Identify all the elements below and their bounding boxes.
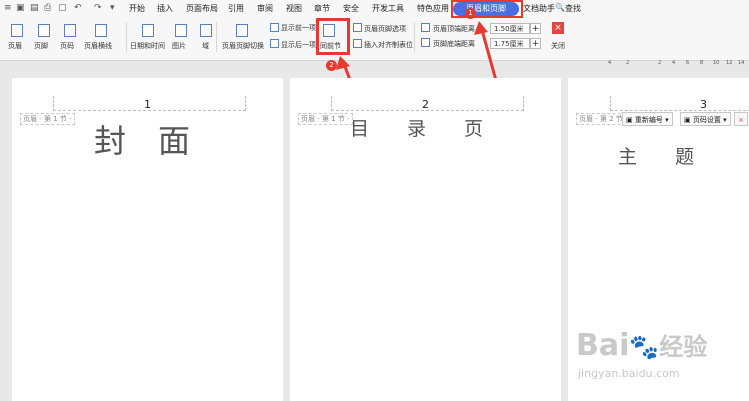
header-area[interactable] (610, 96, 749, 111)
page-number: 1 (144, 98, 151, 111)
document-page[interactable]: 1 页眉 - 第 1 节 - 封 面 (12, 78, 283, 401)
delete-header-button[interactable]: × (734, 112, 748, 126)
renumber-icon: ▣ (626, 116, 635, 124)
page-setup-icon: ▣ (684, 116, 693, 124)
header-section-label: 页眉 - 第 1 节 - (20, 113, 75, 125)
page-title: 主 题 (618, 146, 695, 168)
renumber-button[interactable]: ▣ 重新编号 ▾ (622, 112, 673, 126)
document-page[interactable]: 2 页眉 - 第 1 节 - 目 录 页 (290, 78, 561, 401)
page-title: 目 录 页 (350, 118, 484, 140)
watermark-url: jingyan.baidu.com (578, 367, 680, 380)
page-number: 3 (700, 98, 707, 111)
page-number: 2 (422, 98, 429, 111)
watermark-logo: Bai🐾经验 (576, 328, 708, 363)
page-setup-button[interactable]: ▣ 页码设置 ▾ (680, 112, 731, 126)
page-title: 封 面 (94, 122, 191, 160)
header-section-label: 页眉 - 第 1 节 - (298, 113, 353, 125)
